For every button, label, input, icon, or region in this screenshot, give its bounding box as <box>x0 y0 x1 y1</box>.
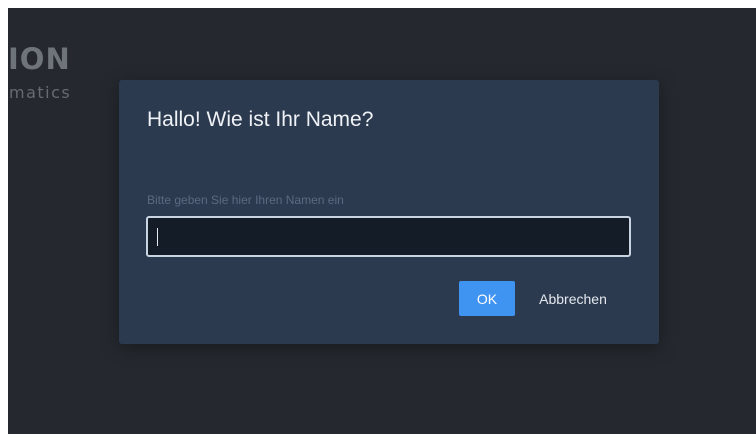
text-cursor <box>157 228 158 246</box>
app-backdrop: ION matics Hallo! Wie ist Ihr Name? Bitt… <box>8 8 756 434</box>
name-prompt-dialog: Hallo! Wie ist Ihr Name? Bitte geben Sie… <box>119 80 659 344</box>
name-input[interactable] <box>146 216 631 257</box>
dialog-title: Hallo! Wie ist Ihr Name? <box>147 108 374 131</box>
brand-logo-text: ION <box>8 42 71 76</box>
brand-logo-subtitle: matics <box>9 83 72 102</box>
ok-button[interactable]: OK <box>459 281 515 316</box>
cancel-button[interactable]: Abbrechen <box>529 281 617 316</box>
name-field-label: Bitte geben Sie hier Ihren Namen ein <box>147 193 344 207</box>
